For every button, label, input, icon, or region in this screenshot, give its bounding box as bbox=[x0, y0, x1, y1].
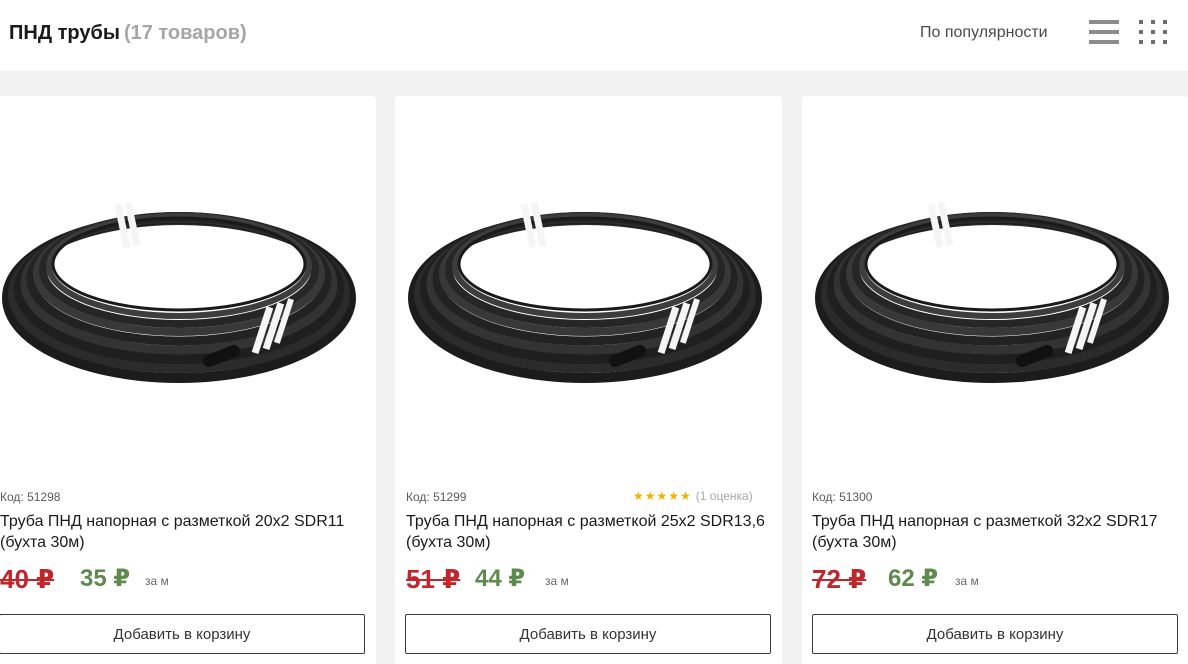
product-code: Код: 51300 bbox=[812, 490, 873, 504]
list-view-icon[interactable] bbox=[1089, 20, 1119, 46]
category-title: ПНД трубы bbox=[9, 22, 120, 44]
product-rating[interactable]: ★★★★★ (1 оценка) bbox=[633, 489, 753, 503]
price-unit: за м bbox=[545, 574, 569, 588]
pipe-coil-image[interactable] bbox=[395, 146, 782, 446]
old-price: 40 ₽ bbox=[0, 564, 55, 594]
old-price: 72 ₽ bbox=[812, 564, 867, 594]
product-card[interactable]: Код: 51299 ★★★★★ (1 оценка) Труба ПНД нап… bbox=[395, 96, 782, 664]
pipe-coil-image[interactable] bbox=[802, 146, 1188, 446]
page-title: ПНД трубы (17 товаров) bbox=[9, 22, 247, 45]
add-to-cart-button[interactable]: Добавить в корзину bbox=[0, 614, 365, 654]
rating-count[interactable]: (1 оценка) bbox=[696, 489, 753, 503]
add-to-cart-button[interactable]: Добавить в корзину bbox=[812, 614, 1178, 654]
product-code: Код: 51299 bbox=[406, 490, 467, 504]
product-count: (17 товаров) bbox=[123, 22, 247, 44]
product-card[interactable]: Код: 51298 Труба ПНД напорная с разметко… bbox=[0, 96, 376, 664]
product-code: Код: 51298 bbox=[0, 490, 61, 504]
grid-view-icon[interactable] bbox=[1138, 20, 1168, 46]
current-price: 62 ₽ bbox=[888, 565, 939, 592]
sort-dropdown[interactable]: По популярности bbox=[920, 24, 1048, 42]
old-price: 51 ₽ bbox=[406, 564, 461, 594]
product-card[interactable]: Код: 51300 Труба ПНД напорная с разметко… bbox=[802, 96, 1188, 664]
product-name[interactable]: Труба ПНД напорная с разметкой 32х2 SDR1… bbox=[812, 511, 1182, 553]
add-to-cart-button[interactable]: Добавить в корзину bbox=[405, 614, 771, 654]
current-price: 35 ₽ bbox=[80, 565, 131, 592]
pipe-coil-image[interactable] bbox=[0, 146, 376, 446]
current-price: 44 ₽ bbox=[475, 565, 526, 592]
product-name[interactable]: Труба ПНД напорная с разметкой 20х2 SDR1… bbox=[0, 511, 370, 553]
product-name[interactable]: Труба ПНД напорная с разметкой 25х2 SDR1… bbox=[406, 511, 776, 553]
price-unit: за м bbox=[145, 574, 169, 588]
star-rating-icon: ★★★★★ bbox=[633, 489, 692, 503]
catalog-header: ПНД трубы (17 товаров) По популярности bbox=[0, 0, 1188, 71]
price-unit: за м bbox=[955, 574, 979, 588]
